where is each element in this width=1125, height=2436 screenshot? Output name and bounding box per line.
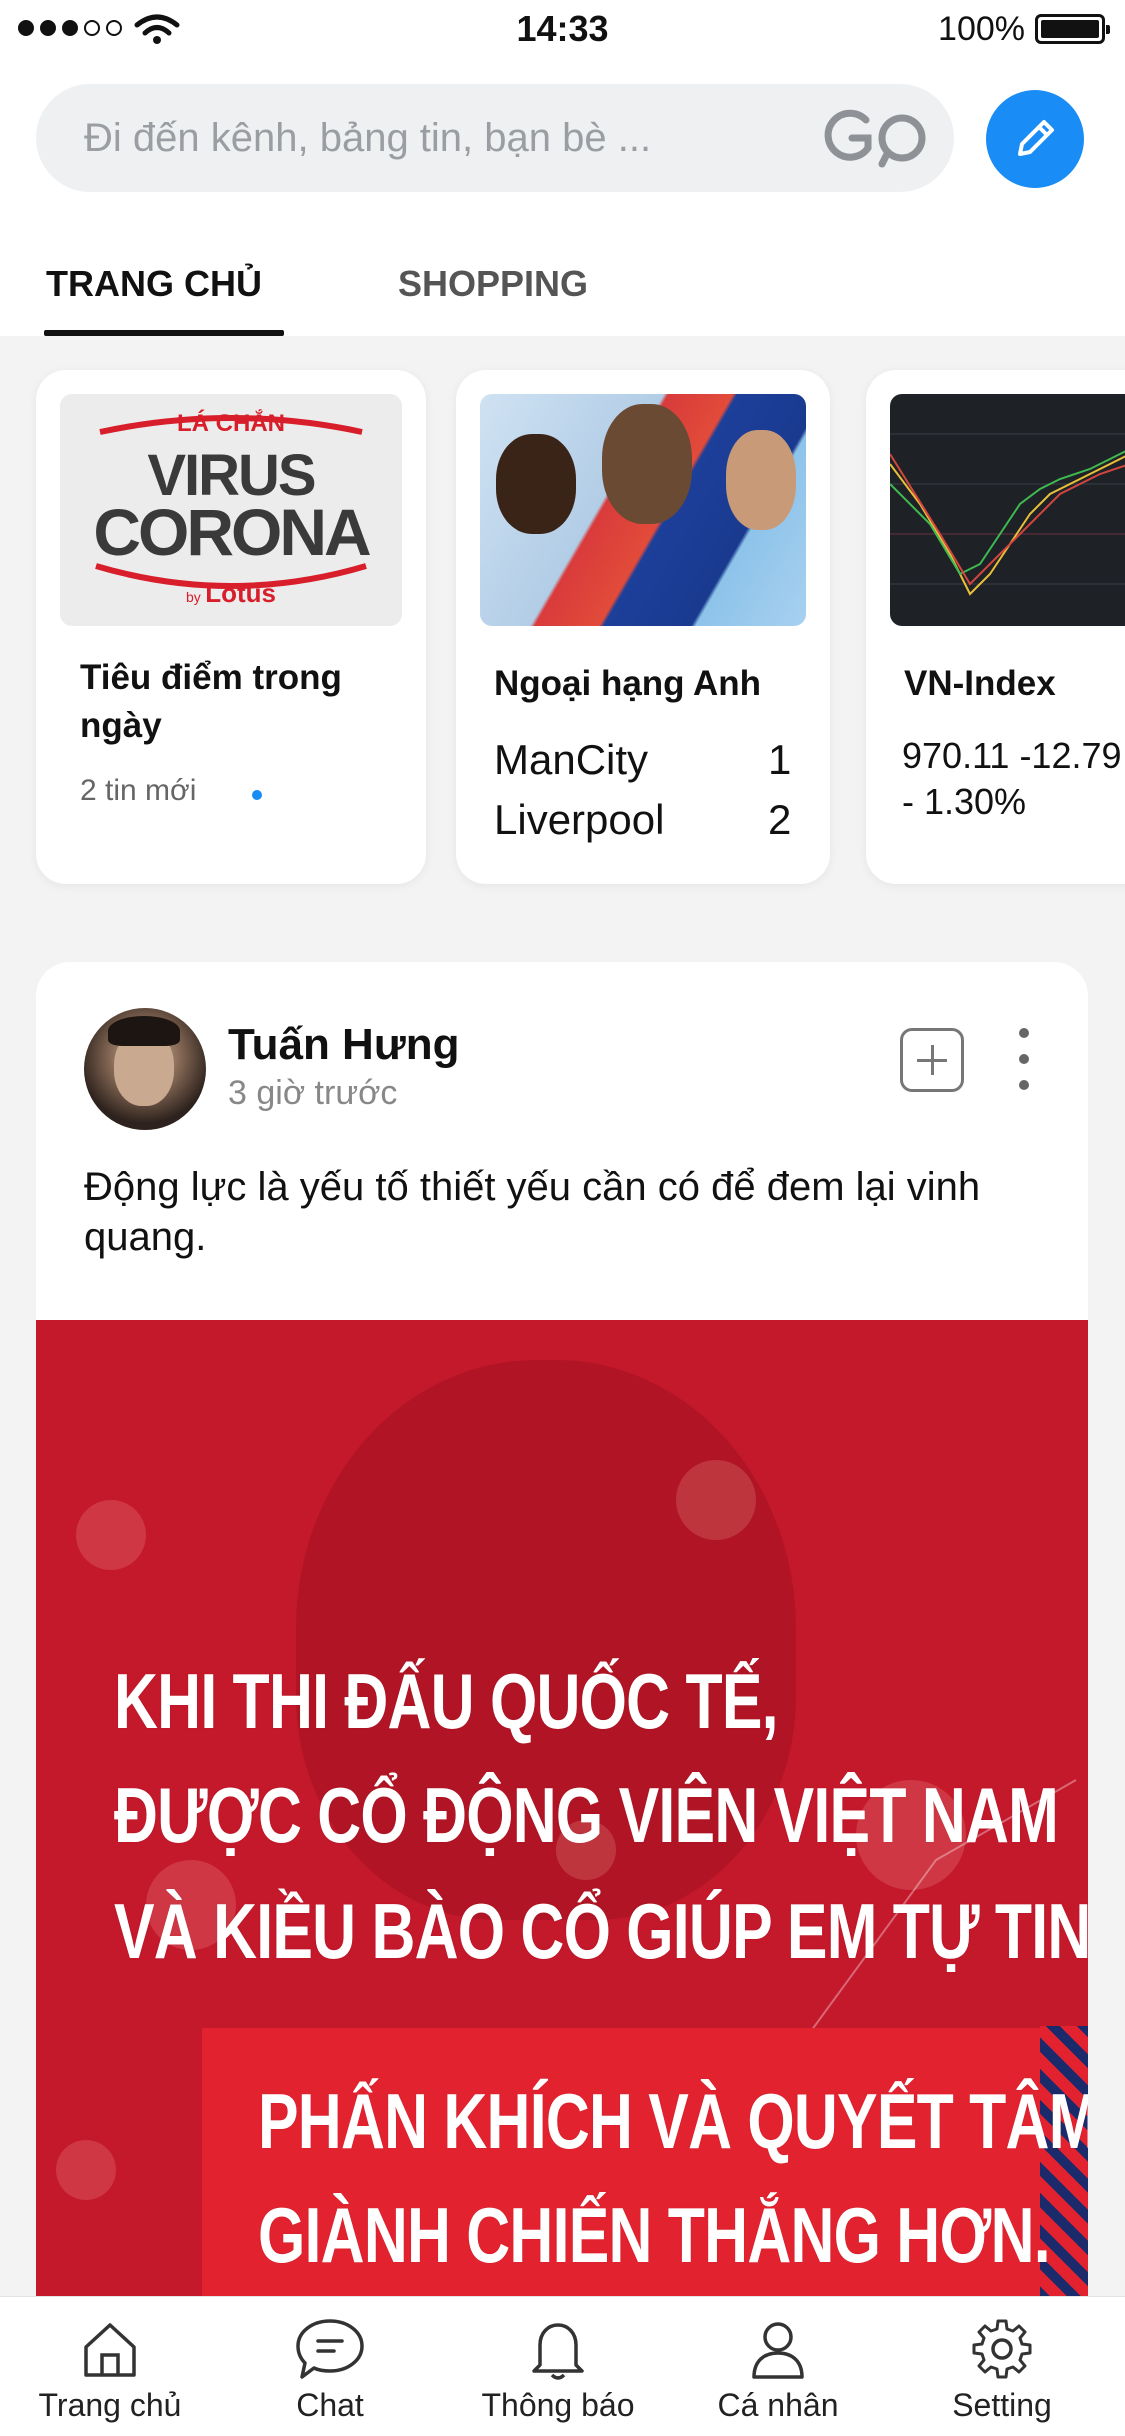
chat-icon (296, 2319, 364, 2379)
nav-item-settings[interactable]: Setting (902, 2297, 1102, 2436)
search-input[interactable] (84, 110, 764, 166)
status-bar: 14:33 100% (0, 0, 1125, 60)
new-indicator-dot (252, 790, 262, 800)
follow-button[interactable] (900, 1028, 964, 1092)
stock-chart-graphic (890, 433, 1125, 596)
card-title: Tiêu điểm trong ngày (80, 658, 342, 745)
player-face-left (496, 434, 576, 534)
nav-label: Cá nhân (717, 2387, 839, 2423)
poster-quote-line: KHI THI ĐẤU QUỐC TẾ, (114, 1657, 779, 1745)
tab-bar: TRANG CHỦ SHOPPING (0, 240, 1125, 336)
highlight-card-stock[interactable]: VN-Index 970.11 -12.79 - 1.30% (866, 370, 1125, 884)
lotus-logo-text: Lotus (205, 578, 276, 608)
team-name: Liverpool (494, 796, 665, 843)
corona-banner-image: LÁ CHẮN VIRUS CORONA by Lotus (60, 394, 402, 626)
card-title: VN-Index (904, 664, 1056, 703)
banner-line2-text: CORONA (93, 495, 371, 569)
go-logo-icon[interactable] (822, 100, 932, 176)
home-icon (84, 2323, 136, 2377)
nav-label: Thông báo (481, 2387, 635, 2423)
poster-quote-line: GIÀNH CHIẾN THẮNG HƠN. (258, 2191, 1051, 2279)
highlight-card-football[interactable]: Ngoại hạng Anh ManCity 1 Liverpool 2 (456, 370, 830, 884)
team-score: 2 (768, 796, 792, 843)
team-score: 1 (768, 736, 792, 783)
poster-quote-line: ĐƯỢC CỔ ĐỘNG VIÊN VIỆT NAM (114, 1771, 1059, 1859)
player-face-center (602, 404, 692, 524)
highlight-card-news[interactable]: LÁ CHẮN VIRUS CORONA by Lotus Tiêu điểm … (36, 370, 426, 884)
post-timestamp: 3 giờ trước (228, 1074, 398, 1112)
stock-value: 970.11 -12.79 (902, 735, 1122, 776)
feed-post: Tuấn Hưng 3 giờ trước Động lực là yếu tố… (36, 962, 1088, 2436)
nav-label: Trang chủ (38, 2387, 182, 2423)
bottom-navigation: Trang chủ Chat Thông báo Cá nhân Setting (0, 2296, 1125, 2436)
post-text: Động lực là yếu tố thiết yếu cần có để đ… (84, 1165, 981, 1259)
post-author-name[interactable]: Tuấn Hưng (228, 1020, 459, 1070)
post-image[interactable]: KHI THI ĐẤU QUỐC TẾ, ĐƯỢC CỔ ĐỘNG VIÊN V… (36, 1320, 1088, 2436)
nav-item-chat[interactable]: Chat (230, 2297, 430, 2436)
card-title: Ngoại hạng Anh (494, 664, 762, 703)
user-icon (752, 2322, 804, 2379)
author-avatar[interactable] (84, 1008, 206, 1130)
avatar-hair (108, 1016, 180, 1046)
tab-shopping[interactable]: SHOPPING (398, 240, 588, 336)
team-name: ManCity (494, 736, 649, 783)
nav-label: Chat (296, 2387, 364, 2423)
poster-quote-line: PHẤN KHÍCH VÀ QUYẾT TÂM (258, 2077, 1088, 2165)
search-bar[interactable] (36, 84, 954, 192)
stock-change: - 1.30% (902, 781, 1027, 822)
nav-item-notifications[interactable]: Thông báo (458, 2297, 658, 2436)
pencil-icon (1018, 120, 1054, 156)
nav-item-home[interactable]: Trang chủ (10, 2297, 210, 2436)
nav-label: Setting (952, 2387, 1052, 2423)
more-options-button[interactable] (1014, 1028, 1034, 1092)
nav-item-profile[interactable]: Cá nhân (678, 2297, 878, 2436)
header: TRANG CHỦ SHOPPING (0, 60, 1125, 336)
new-count: 2 tin mới (80, 774, 197, 807)
banner-brand: by Lotus (60, 578, 402, 609)
gear-icon (972, 2319, 1032, 2379)
banner-top-text: LÁ CHẮN (177, 410, 285, 437)
active-tab-indicator (44, 330, 284, 336)
football-players-image (480, 394, 806, 626)
tab-trang-chu[interactable]: TRANG CHỦ (46, 240, 262, 336)
battery-percentage: 100% (938, 10, 1025, 48)
battery-icon (1035, 14, 1110, 44)
stock-chart-image (890, 394, 1125, 626)
compose-button[interactable] (986, 90, 1084, 188)
poster-quote-line: VÀ KIỀU BÀO CỔ GIÚP EM TỰ TIN, (114, 1887, 1088, 1975)
bell-icon (532, 2323, 584, 2380)
banner-by-text: by (185, 589, 201, 605)
player-face-right (726, 430, 796, 530)
highlight-cards: LÁ CHẮN VIRUS CORONA by Lotus Tiêu điểm … (0, 370, 1125, 884)
